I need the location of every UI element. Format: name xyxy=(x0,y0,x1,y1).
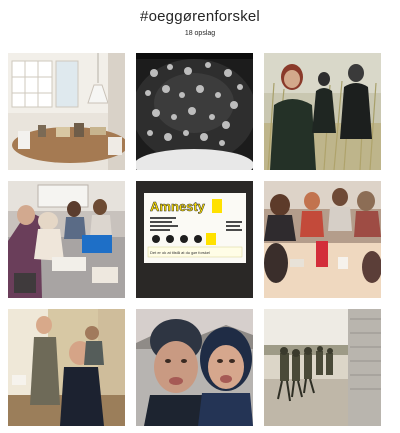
post-count: 18 opslag xyxy=(184,30,216,37)
kitchen-dining-photo xyxy=(8,53,125,170)
hashtag-header: #oeggørenforskel 18 opslag xyxy=(0,0,400,48)
outdoor-reeds-photo xyxy=(264,53,381,170)
post-thumbnail[interactable] xyxy=(136,53,253,170)
post-thumbnail[interactable] xyxy=(8,181,125,298)
group-table-photo xyxy=(264,181,381,298)
classroom-table-photo xyxy=(8,181,125,298)
post-thumbnail[interactable] xyxy=(8,53,125,170)
amnesty-poster-photo: Amnesty Det er ok at tilstå at du gør fo… xyxy=(136,181,253,298)
post-thumbnail[interactable]: Amnesty Det er ok at tilstå at du gør fo… xyxy=(136,181,253,298)
post-thumbnail[interactable] xyxy=(8,309,125,426)
poster-caption: Det er ok at tilstå at du gør forskel xyxy=(150,250,210,255)
hashtag-title: #oeggørenforskel xyxy=(140,8,260,25)
selfie-photo xyxy=(136,309,253,426)
bw-crowd-photo xyxy=(136,53,253,170)
indoor-boys-photo xyxy=(8,309,125,426)
poster-title: Amnesty xyxy=(150,199,206,214)
posts-grid: Amnesty Det er ok at tilstå at du gør fo… xyxy=(8,53,381,426)
post-thumbnail[interactable] xyxy=(264,309,381,426)
soldiers-photo xyxy=(264,309,381,426)
post-thumbnail[interactable] xyxy=(264,181,381,298)
post-thumbnail[interactable] xyxy=(136,309,253,426)
post-thumbnail[interactable] xyxy=(264,53,381,170)
